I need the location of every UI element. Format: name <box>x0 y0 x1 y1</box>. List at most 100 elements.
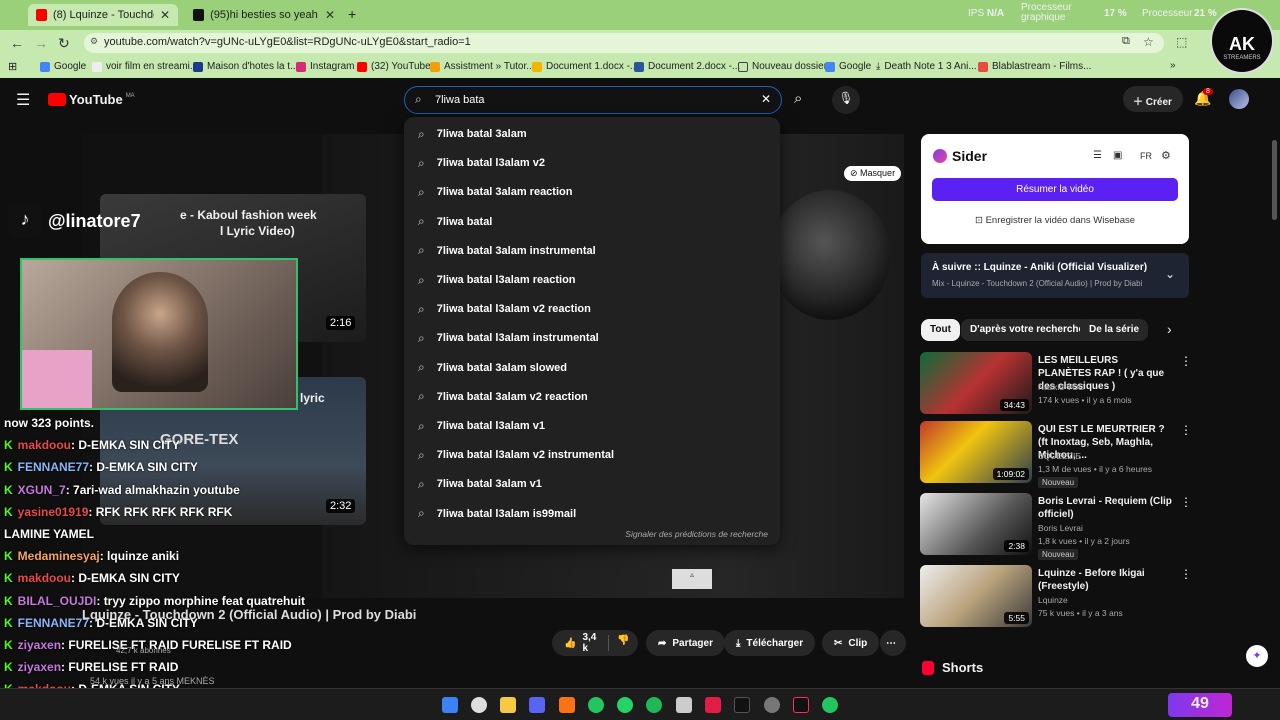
channel-name[interactable]: Lquinze <box>1038 595 1068 605</box>
video-title[interactable]: Boris Levrai - Requiem (Clip officiel) <box>1038 495 1174 521</box>
install-app-icon[interactable]: ⧉ <box>1122 35 1130 48</box>
search-suggestion[interactable]: ⌕ 7liwa batal 3alam v1 <box>418 473 542 495</box>
channel-name[interactable]: SQUEEZIE <box>1038 451 1081 461</box>
chat-username[interactable]: FENNANE77 <box>18 616 89 630</box>
bookmark-maison[interactable]: Maison d'hotes la t... <box>193 61 298 72</box>
channel-name[interactable]: Naskid VOD <box>1038 382 1085 392</box>
search-suggestion[interactable]: ⌕ 7liwa batal l3alam v2 instrumental <box>418 444 614 466</box>
close-tab-icon[interactable]: ✕ <box>160 8 170 22</box>
bookmark-death-note[interactable]: ⤓ Death Note 1 3 Ani... <box>876 61 977 72</box>
search-button[interactable]: ⌕ <box>785 86 819 114</box>
chat-username[interactable]: makdoou <box>18 571 71 585</box>
chat-username[interactable]: BILAL_OUJDI <box>18 594 97 608</box>
bookmark-document-2[interactable]: Document 2.docx -... <box>634 61 740 72</box>
windows-start-icon[interactable] <box>442 697 458 713</box>
like-button[interactable]: 👍 3,4 k 👎 <box>552 630 638 656</box>
search-suggestion[interactable]: ⌕ 7liwa batal l3alam instrumental <box>418 327 599 349</box>
chip-from-search[interactable]: D'après votre recherche <box>961 319 1094 341</box>
video-title[interactable]: Lquinze - Before Ikigai (Freestyle) <box>1038 567 1174 593</box>
epic-games-icon[interactable] <box>734 697 750 713</box>
search-suggestion[interactable]: ⌕ 7liwa batal 3alam instrumental <box>418 240 596 262</box>
share-button[interactable]: ➦ Partager <box>646 630 725 656</box>
capcut-icon[interactable] <box>676 697 692 713</box>
bookmark-instagram[interactable]: Instagram <box>296 61 354 72</box>
extensions-icon[interactable]: ⬚ <box>1176 35 1187 49</box>
search-suggestion[interactable]: ⌕ 7liwa batal 3alam reaction <box>418 181 572 203</box>
video-thumbnail[interactable]: 1:09:02 <box>920 421 1032 483</box>
close-tab-icon[interactable]: ✕ <box>325 8 335 22</box>
chat-username[interactable]: XGUN_7 <box>18 483 66 497</box>
search-suggestion[interactable]: ⌕ 7liwa batal 3alam slowed <box>418 357 567 379</box>
more-options-icon[interactable]: ⋮ <box>1180 423 1192 437</box>
browser-tab-youtube[interactable]: (8) Lquinze - Touchdown 2 (Offi ✕ <box>28 4 178 26</box>
bookmark-film[interactable]: voir film en streami... <box>92 61 198 72</box>
more-options-icon[interactable]: ⋮ <box>1180 567 1192 581</box>
search-icon[interactable] <box>471 697 487 713</box>
create-button[interactable]: ＋ Créer <box>1123 86 1183 112</box>
search-suggestion[interactable]: ⌕ 7liwa batal l3alam is99mail <box>418 503 576 525</box>
voice-search-icon[interactable]: 🎙 <box>832 86 860 114</box>
more-options-icon[interactable]: ⋮ <box>1180 495 1192 509</box>
scrollbar[interactable] <box>1272 140 1277 220</box>
next-up-panel[interactable]: À suivre :: Lquinze - Aniki (Official Vi… <box>921 253 1189 298</box>
bookmark-star-icon[interactable]: ☆ <box>1143 35 1154 49</box>
chat-username[interactable]: FENNANE77 <box>18 460 89 474</box>
bookmark-google[interactable]: Google <box>40 61 86 72</box>
chrome-active-icon[interactable] <box>822 697 838 713</box>
save-to-wisebase-button[interactable]: ⊡ Enregistrer la vidéo dans Wisebase <box>932 210 1178 232</box>
more-actions-button[interactable]: ⋯ <box>880 630 906 656</box>
tiktok-icon[interactable] <box>793 697 809 713</box>
clear-search-icon[interactable]: ✕ <box>761 92 771 106</box>
language-toggle[interactable]: FR <box>1140 151 1152 161</box>
reload-icon[interactable]: ↻ <box>58 35 70 52</box>
chevron-down-icon[interactable]: ⌄ <box>1165 267 1175 281</box>
recommended-video[interactable]: 2:38 Boris Levrai - Requiem (Clip officie… <box>920 493 1192 560</box>
search-suggestion[interactable]: ⌕ 7liwa batal 3alam <box>418 123 527 145</box>
video-thumbnail[interactable]: 2:38 <box>920 493 1032 555</box>
bookmark-blablastream[interactable]: Blablastream - Films... <box>978 61 1091 72</box>
spotify-icon[interactable] <box>646 697 662 713</box>
download-button[interactable]: ⤓ Télécharger <box>724 630 816 656</box>
youtube-logo[interactable]: YouTube MA <box>48 92 135 107</box>
discord-icon[interactable] <box>529 697 545 713</box>
chat-username[interactable]: ziyaxen <box>18 638 61 652</box>
sider-floating-icon[interactable]: ✦ <box>1246 645 1268 667</box>
chat-username[interactable]: Medaminesyaj <box>18 549 100 563</box>
bookmark-document-1[interactable]: Document 1.docx -... <box>532 61 638 72</box>
site-info-icon[interactable]: ⚙ <box>90 36 98 47</box>
settings-icon[interactable]: ⚙ <box>1161 149 1171 162</box>
search-suggestion[interactable]: ⌕ 7liwa batal <box>418 211 492 233</box>
chevron-right-icon[interactable]: › <box>1167 321 1172 337</box>
recommended-video[interactable]: 5:55 Lquinze - Before Ikigai (Freestyle) L… <box>920 565 1192 629</box>
video-thumbnail[interactable]: 34:43 <box>920 352 1032 414</box>
more-options-icon[interactable]: ⋮ <box>1180 354 1192 368</box>
chip-all[interactable]: Tout <box>921 319 960 341</box>
list-icon[interactable]: ☰ <box>1093 150 1102 161</box>
chat-username[interactable]: makdoou <box>18 438 71 452</box>
video-thumbnail[interactable]: 5:55 <box>920 565 1032 627</box>
file-explorer-icon[interactable] <box>500 697 516 713</box>
chat-username[interactable]: yasine01919 <box>18 505 89 519</box>
search-input[interactable]: ⌕ 7liwa bata ✕ <box>404 86 782 114</box>
thumbs-down-icon[interactable]: 👎 <box>608 635 630 651</box>
recommended-video[interactable]: 34:43 LES MEILLEURS PLANÈTES RAP ! ( y'a … <box>920 352 1192 416</box>
app-red-icon[interactable] <box>705 697 721 713</box>
hide-button[interactable]: ⊘ Masquer <box>844 166 902 181</box>
screenshot-icon[interactable]: ▣ <box>1113 150 1122 161</box>
forward-icon[interactable]: → <box>34 35 48 51</box>
bookmark-assistment[interactable]: Assistment » Tutor... <box>430 61 535 72</box>
browser-tab-tiktok[interactable]: (95)hi besties so yeah (@Jarray ✕ <box>185 4 343 26</box>
menu-icon[interactable]: ☰ <box>16 90 30 110</box>
chrome-icon[interactable] <box>588 697 604 713</box>
summarize-video-button[interactable]: Résumer la vidéo <box>932 178 1178 201</box>
search-suggestion[interactable]: ⌕ 7liwa batal l3alam v2 <box>418 152 545 174</box>
report-predictions-link[interactable]: Signaler des prédictions de recherche <box>625 529 768 539</box>
search-suggestion[interactable]: ⌕ 7liwa batal l3alam reaction <box>418 269 576 291</box>
new-tab-button[interactable]: + <box>348 6 356 22</box>
app-icon[interactable] <box>559 697 575 713</box>
recommended-video[interactable]: 1:09:02 QUI EST LE MEURTRIER ? (ft Inoxta… <box>920 421 1192 488</box>
whatsapp-icon[interactable] <box>617 697 633 713</box>
channel-name[interactable]: Boris Levrai <box>1038 523 1083 533</box>
back-icon[interactable]: ← <box>10 35 24 51</box>
search-suggestion[interactable]: ⌕ 7liwa batal l3alam v1 <box>418 415 545 437</box>
